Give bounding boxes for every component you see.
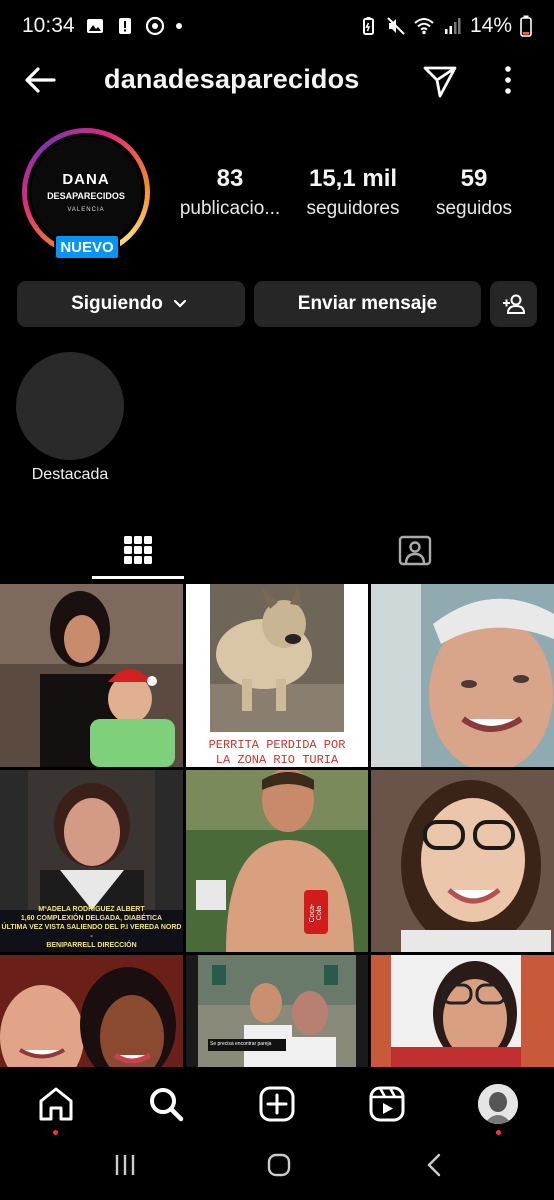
followers-label: seguidores	[306, 198, 400, 219]
logo-line-3: VALENCIA	[67, 207, 105, 213]
post-couple[interactable]	[0, 955, 183, 1067]
more-vertical-icon[interactable]	[492, 60, 524, 100]
plaza-banner: Se precisa encontrar pareja	[210, 1041, 272, 1047]
suggested-users-button[interactable]	[490, 281, 537, 327]
post-photo	[198, 955, 356, 1067]
post-couple-plaza[interactable]: Se precisa encontrar pareja	[186, 955, 368, 1067]
reels-icon[interactable]	[367, 1084, 407, 1124]
posts-label: publicacio...	[179, 198, 281, 219]
poster-line-2: 1,60 COMPLEXIÓN DELGADA, DIABÉTICA	[20, 915, 163, 922]
status-time: 10:34	[22, 14, 75, 37]
system-navigation	[0, 1140, 554, 1200]
followers-count: 15,1 mil	[308, 165, 398, 192]
post-lost-dog[interactable]: PERRITA PERDIDA POR LA ZONA RIO TURIA	[186, 584, 368, 767]
highlight-label: Destacada	[31, 466, 109, 483]
alert-icon	[118, 18, 131, 34]
dana-logo: DANA DESAPARECIDOS VALENCIA	[31, 137, 141, 247]
followers-stat[interactable]: 15,1 mil seguidores	[298, 164, 408, 224]
following-count: 59	[460, 165, 488, 192]
battery-icon	[520, 15, 532, 37]
chrome-icon	[145, 16, 164, 36]
battery-percent: 14%	[469, 14, 512, 37]
profile-notification-dot	[496, 1130, 501, 1135]
following-label: seguidos	[435, 198, 513, 219]
following-button[interactable]: Siguiendo	[17, 281, 245, 327]
posts-grid: PERRITA PERDIDA POR LA ZONA RIO TURIA Mª…	[0, 584, 554, 1067]
tab-tagged[interactable]	[369, 522, 461, 578]
send-message-button[interactable]: Enviar mensaje	[254, 281, 481, 327]
post-woman-glasses[interactable]	[371, 770, 554, 952]
tab-posts-grid[interactable]	[92, 522, 184, 578]
post-mother-baby[interactable]	[0, 584, 183, 767]
dog-caption: PERRITA PERDIDA POR LA ZONA RIO TURIA	[186, 738, 368, 767]
post-missing-woman[interactable]: MªADELA RODRÍGUEZ ALBERT 1,60 COMPLEXIÓN…	[0, 770, 183, 952]
dog-caption-line-2: LA ZONA RIO TURIA	[215, 753, 339, 767]
poster-line-1: MªADELA RODRÍGUEZ ALBERT	[38, 906, 145, 913]
post-woman-red[interactable]	[371, 955, 554, 1067]
bottom-navigation	[0, 1068, 554, 1140]
can-label: Coca-Cola	[309, 903, 323, 923]
posts-stat[interactable]: 83 publicacio...	[172, 164, 288, 224]
post-photo	[210, 584, 344, 732]
logo-line-1: DANA	[62, 171, 110, 188]
home-notification-dot	[53, 1130, 58, 1135]
following-stat[interactable]: 59 seguidos	[424, 164, 524, 224]
mute-icon	[387, 17, 405, 35]
post-man-cap[interactable]	[371, 584, 554, 767]
chevron-down-icon	[173, 299, 187, 308]
profile-header: danadesaparecidos	[0, 52, 554, 108]
signal-icon	[444, 18, 461, 34]
avatar-icon	[478, 1084, 518, 1124]
poster-line-3: ÚLTIMA VEZ VISTA SALIENDO DEL P.I VEREDA…	[1, 924, 182, 940]
dog-caption-line-1: PERRITA PERDIDA POR	[208, 738, 346, 752]
search-icon[interactable]	[146, 1084, 186, 1124]
status-bar: 10:34 14%	[0, 0, 554, 52]
post-man-coke[interactable]: Coca-Cola	[186, 770, 368, 952]
home-system-icon[interactable]	[266, 1152, 292, 1178]
new-badge: NUEVO	[54, 234, 120, 260]
back-system-icon[interactable]	[422, 1152, 448, 1178]
profile-username: danadesaparecidos	[104, 64, 360, 94]
profile-avatar-nav[interactable]	[478, 1084, 518, 1124]
post-photo	[371, 955, 554, 1067]
post-photo	[0, 584, 183, 767]
post-photo	[371, 584, 554, 767]
post-photo	[371, 770, 554, 952]
add-user-icon	[502, 294, 525, 314]
send-message-label: Enviar mensaje	[297, 293, 438, 314]
gallery-icon	[86, 19, 103, 33]
plus-square-icon[interactable]	[257, 1084, 297, 1124]
logo-line-2: DESAPARECIDOS	[47, 191, 125, 201]
back-arrow-icon[interactable]	[20, 60, 60, 100]
poster-line-4: BENIPARRELL DIRECCIÓN	[46, 942, 137, 949]
more-notifications-icon	[175, 23, 182, 29]
grid-icon	[124, 536, 152, 564]
wifi-icon	[414, 18, 434, 35]
post-photo	[0, 955, 183, 1067]
battery-saver-icon	[362, 17, 374, 35]
active-tab-indicator	[92, 576, 184, 579]
posts-count: 83	[216, 165, 244, 192]
missing-poster-caption: MªADELA RODRÍGUEZ ALBERT 1,60 COMPLEXIÓN…	[0, 905, 183, 950]
post-photo	[186, 770, 368, 952]
paper-plane-icon[interactable]	[420, 60, 460, 100]
home-icon[interactable]	[36, 1084, 76, 1124]
following-button-label: Siguiendo	[71, 293, 163, 314]
tagged-icon	[398, 535, 432, 566]
highlight-circle[interactable]	[16, 352, 124, 460]
recent-apps-icon[interactable]	[110, 1152, 140, 1178]
